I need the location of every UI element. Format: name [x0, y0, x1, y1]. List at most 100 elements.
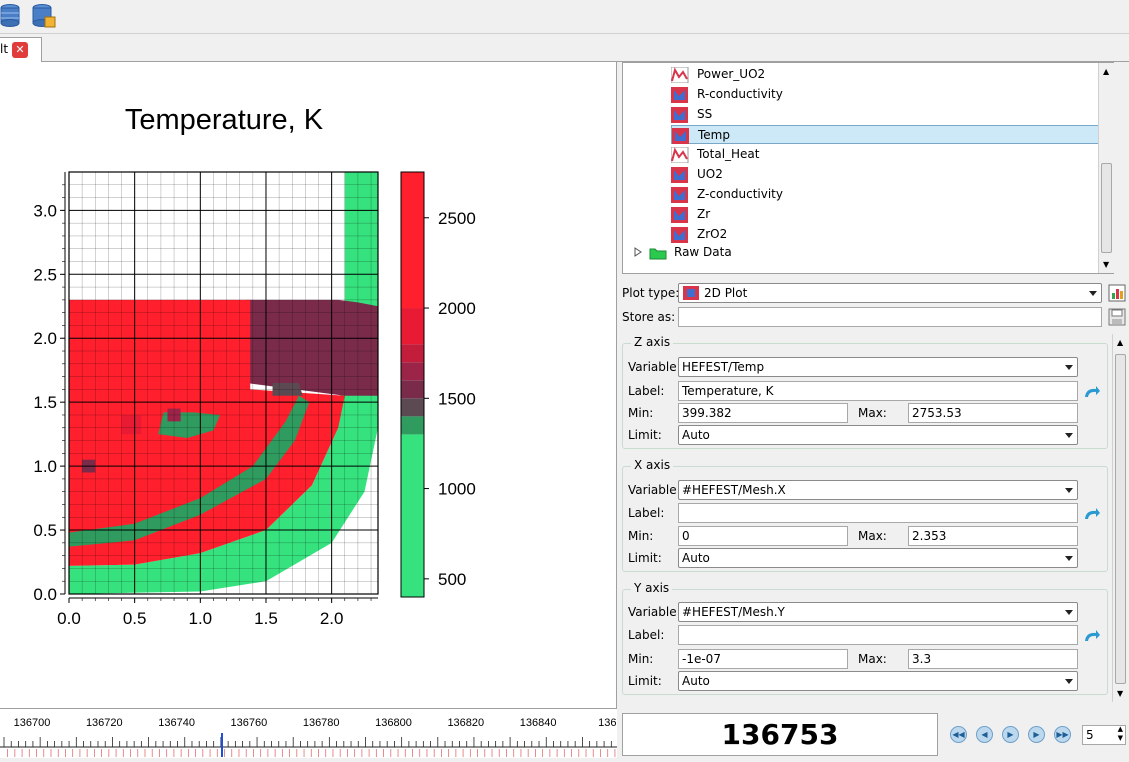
y-limit-select[interactable]: Auto: [678, 671, 1078, 691]
y-min-input[interactable]: -1e-07: [678, 649, 848, 669]
tree-item-label: Zr: [697, 207, 711, 221]
tree-item-z-conductivity[interactable]: Z-conductivity: [671, 185, 1111, 204]
fast-forward-icon[interactable]: ▶▶: [1054, 726, 1071, 743]
colorbar-tick-label: 1500: [438, 389, 476, 408]
tree-item-label: Power_UO2: [697, 67, 766, 81]
x-max-label: Max:: [858, 529, 887, 543]
scrollbar-thumb[interactable]: [1115, 354, 1126, 684]
x-variable-select[interactable]: #HEFEST/Mesh.X: [678, 480, 1078, 500]
plot-panel: Temperature, K 0.0 0.5 1.0 1.5 2.0 2.5 3.0 0.0…: [0, 62, 617, 708]
line-plot-icon: [671, 67, 689, 83]
y-variable-value: #HEFEST/Mesh.Y: [682, 605, 785, 619]
save-icon[interactable]: [1108, 308, 1126, 326]
close-icon[interactable]: ✕: [12, 42, 28, 58]
chevron-down-icon: [1065, 433, 1073, 438]
store-as-input[interactable]: [678, 307, 1102, 327]
tree-item-r-conductivity[interactable]: R-conductivity: [671, 85, 1111, 104]
z-variable-label: Variable:: [628, 360, 681, 374]
2d-plot-icon: [683, 286, 699, 300]
timeline-tick-label: 136760: [231, 717, 268, 729]
scroll-up-icon[interactable]: ▲: [1103, 67, 1109, 76]
tree-item-label: ZrO2: [697, 227, 728, 241]
x-limit-select[interactable]: Auto: [678, 548, 1078, 568]
y-label-input[interactable]: [678, 625, 1078, 645]
z-min-input[interactable]: 399.382: [678, 403, 848, 423]
step-forward-icon[interactable]: ▶: [1028, 726, 1045, 743]
database-export-icon[interactable]: [32, 3, 56, 29]
plot-type-select[interactable]: 2D Plot: [678, 283, 1102, 303]
x-tick-label: 1.0: [189, 609, 213, 628]
x-tick-label: 1.5: [254, 609, 278, 628]
reset-icon[interactable]: [1083, 385, 1101, 399]
reset-icon[interactable]: [1083, 629, 1101, 643]
main-toolbar: [0, 0, 1129, 34]
z-min-label: Min:: [628, 406, 654, 420]
scroll-up-icon[interactable]: ▲: [1117, 338, 1123, 347]
2d-plot-icon: [671, 207, 688, 223]
x-max-input[interactable]: 2.353: [908, 526, 1078, 546]
temperature-heatmap-chart[interactable]: Temperature, K 0.0 0.5 1.0 1.5 2.0 2.5 3.0 0.0…: [0, 62, 617, 708]
y-axis: 0.0 0.5 1.0 1.5 2.0 2.5 3.0: [33, 172, 66, 604]
tree-item-zro2[interactable]: ZrO2: [671, 225, 1111, 244]
timeline-ruler[interactable]: 136700 136720 136740 136760 136780 136800 1368…: [0, 709, 623, 759]
tree-item-uo2[interactable]: UO2: [671, 165, 1111, 184]
spin-arrows-icon[interactable]: ▲ ▼: [1118, 725, 1123, 743]
y-tick-label: 2.0: [33, 329, 57, 348]
expand-arrow-icon[interactable]: [633, 246, 643, 258]
y-variable-select[interactable]: #HEFEST/Mesh.Y: [678, 602, 1078, 622]
tab-label: lt: [0, 42, 9, 56]
x-min-input[interactable]: 0: [678, 526, 848, 546]
x-label-input[interactable]: [678, 503, 1078, 523]
y-label-label: Label:: [628, 628, 665, 642]
colorbar: 2500 2000 1500 1000 500: [400, 171, 476, 598]
timeline-tick-label: 136820: [447, 717, 484, 729]
z-label-input[interactable]: Temperature, K: [678, 381, 1078, 401]
z-variable-select[interactable]: HEFEST/Temp: [678, 357, 1078, 377]
timeline-tick-label: 136780: [303, 717, 340, 729]
folder-icon: [649, 246, 667, 260]
z-max-input[interactable]: 2753.53: [908, 403, 1078, 423]
tree-item-raw-data[interactable]: Raw Data: [674, 245, 732, 259]
tree-item-total-heat[interactable]: Total_Heat: [671, 145, 1111, 164]
colorbar-band: [401, 308, 424, 345]
step-spinbox[interactable]: 5 ▲ ▼: [1082, 725, 1126, 745]
timeline[interactable]: 136700 136720 136740 136760 136780 136800 1368…: [0, 708, 623, 759]
x-tick-label: 2.0: [320, 609, 344, 628]
tree-item-label: Total_Heat: [697, 147, 760, 161]
colorbar-band: [401, 344, 424, 363]
z-limit-select[interactable]: Auto: [678, 425, 1078, 445]
database-icon[interactable]: [0, 3, 24, 29]
scrollbar-thumb[interactable]: [1101, 163, 1112, 253]
scroll-down-icon[interactable]: ▼: [1117, 689, 1123, 698]
scroll-down-icon[interactable]: ▼: [1103, 260, 1109, 269]
chart-settings-icon[interactable]: [1108, 284, 1126, 302]
tree-item-label: UO2: [697, 167, 723, 181]
x-axis: 0.0 0.5 1.0 1.5 2.0: [57, 597, 378, 628]
timeline-tick-label: 136800: [375, 717, 412, 729]
chevron-down-icon: [1065, 679, 1073, 684]
tree-scrollbar[interactable]: ▲ ▼: [1098, 63, 1114, 273]
tree-item-ss[interactable]: SS: [671, 105, 1111, 124]
store-as-label: Store as:: [622, 310, 676, 324]
x-variable-value: #HEFEST/Mesh.X: [682, 483, 786, 497]
variable-tree[interactable]: Power_UO2 R-conductivity SS Temp Total_Heat U…: [622, 62, 1114, 274]
step-back-icon[interactable]: ◀: [976, 726, 993, 743]
x-min-label: Min:: [628, 529, 654, 543]
y-tick-label: 3.0: [33, 201, 57, 220]
form-scrollbar[interactable]: ▲ ▼: [1112, 334, 1129, 702]
y-axis-title: Y axis: [631, 581, 673, 595]
y-max-input[interactable]: 3.3: [908, 649, 1078, 669]
tree-item-temp[interactable]: Temp: [671, 125, 1111, 144]
play-icon[interactable]: ▶: [1002, 726, 1019, 743]
2d-plot-icon: [671, 167, 688, 183]
y-min-label: Min:: [628, 652, 654, 666]
y-max-label: Max:: [858, 652, 887, 666]
reset-icon[interactable]: [1083, 507, 1101, 521]
tab-plot[interactable]: lt ✕: [0, 37, 42, 62]
rewind-icon[interactable]: ◀◀: [950, 726, 967, 743]
colorbar-band: [401, 398, 424, 417]
chevron-down-icon: [1089, 291, 1097, 296]
tree-item-zr[interactable]: Zr: [671, 205, 1111, 224]
2d-plot-icon: [672, 128, 689, 144]
tree-item-power-uo2[interactable]: Power_UO2: [671, 65, 1111, 84]
